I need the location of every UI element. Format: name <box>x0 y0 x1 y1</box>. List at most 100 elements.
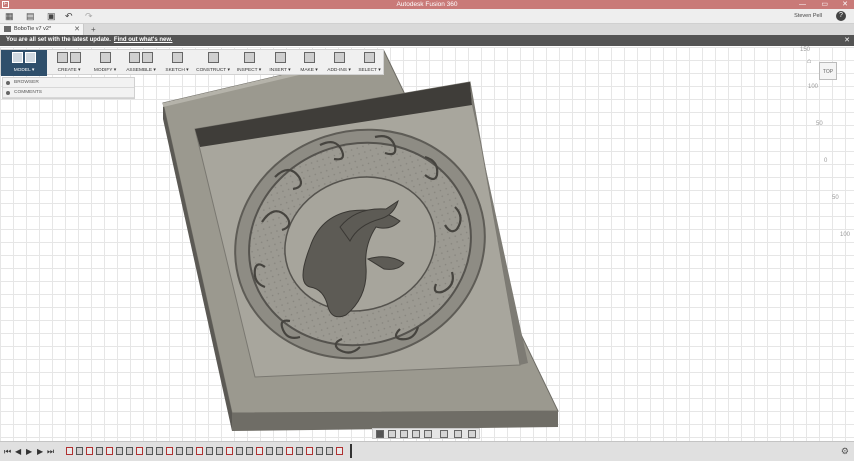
box-icon <box>50 52 88 66</box>
new-tab-button[interactable]: + <box>91 25 96 34</box>
timeline-feature[interactable] <box>326 447 333 455</box>
quick-access-toolbar: ▦ ▤ ▣ ↶ ↷ Steven Pell ? <box>0 9 854 24</box>
user-name[interactable]: Steven Pell <box>794 13 822 19</box>
comments-row[interactable]: COMMENTS <box>3 88 134 98</box>
make-menu[interactable]: MAKE ▾ <box>296 50 322 76</box>
timeline-feature[interactable] <box>216 447 223 455</box>
timeline-feature[interactable] <box>316 447 323 455</box>
timeline-feature[interactable] <box>186 447 193 455</box>
timeline-feature[interactable] <box>76 447 83 455</box>
timeline-feature[interactable] <box>256 447 263 455</box>
expand-icon[interactable] <box>6 81 10 85</box>
banner-message: You are all set with the latest update. F… <box>6 37 172 43</box>
document-icon <box>4 26 11 32</box>
modify-icon <box>90 52 120 66</box>
script-icon <box>324 52 354 66</box>
step-forward-icon[interactable]: ▶ <box>37 447 43 456</box>
measure-icon <box>234 52 264 66</box>
workspace-model-button[interactable]: MODEL ▾ <box>1 50 47 76</box>
ruler-label: 50 <box>832 195 839 201</box>
document-tab[interactable]: BoboTie v7 v2* ✕ <box>0 24 84 35</box>
view-cube[interactable]: ⌂ TOP <box>807 58 841 84</box>
timeline-feature[interactable] <box>246 447 253 455</box>
inspect-menu[interactable]: INSPECT ▾ <box>234 50 264 76</box>
select-menu[interactable]: SELECT ▾ <box>356 50 383 76</box>
timeline-feature[interactable] <box>156 447 163 455</box>
timeline-feature[interactable] <box>106 447 113 455</box>
timeline-feature[interactable] <box>296 447 303 455</box>
update-banner: You are all set with the latest update. F… <box>0 35 854 46</box>
whats-new-link[interactable]: Find out what's new. <box>114 37 173 43</box>
modify-menu[interactable]: MODIFY ▾ <box>90 50 120 76</box>
viewports-icon[interactable] <box>468 430 476 438</box>
timeline-feature[interactable] <box>226 447 233 455</box>
play-icon[interactable]: ▶ <box>26 447 32 456</box>
gear-icon[interactable]: ⚙ <box>841 446 849 457</box>
undo-icon[interactable]: ↶ <box>65 12 73 21</box>
save-icon[interactable]: ▣ <box>47 12 56 21</box>
home-icon[interactable]: ⌂ <box>807 58 811 65</box>
timeline-feature[interactable] <box>126 447 133 455</box>
timeline-feature[interactable] <box>166 447 173 455</box>
timeline-feature[interactable] <box>286 447 293 455</box>
timeline-feature[interactable] <box>236 447 243 455</box>
timeline-feature[interactable] <box>266 447 273 455</box>
sketch-icon <box>162 52 192 66</box>
browser-row[interactable]: BROWSER <box>3 78 134 88</box>
timeline-feature[interactable] <box>306 447 313 455</box>
canvas-viewport[interactable] <box>0 47 854 441</box>
timeline-feature[interactable] <box>96 447 103 455</box>
browser-label: BROWSER <box>14 80 39 85</box>
zoom-window-icon[interactable] <box>424 430 432 438</box>
tool-label: INSPECT ▾ <box>236 68 262 73</box>
close-tab-icon[interactable]: ✕ <box>74 25 80 33</box>
title-bar: F Autodesk Fusion 360 — ▭ ✕ <box>0 0 854 9</box>
go-to-start-icon[interactable]: ⏮ <box>4 447 11 457</box>
insert-menu[interactable]: INSERT ▾ <box>266 50 294 76</box>
help-icon[interactable]: ? <box>836 11 846 21</box>
orbit-icon[interactable] <box>376 430 384 438</box>
grid-icon[interactable]: ▦ <box>5 12 14 21</box>
zoom-icon[interactable] <box>412 430 420 438</box>
browser-panel: BROWSER COMMENTS <box>2 77 135 99</box>
timeline-feature[interactable] <box>66 447 73 455</box>
tool-label: SKETCH ▾ <box>165 68 189 73</box>
timeline-feature[interactable] <box>146 447 153 455</box>
timeline-feature[interactable] <box>276 447 283 455</box>
minimize-button[interactable]: — <box>799 0 806 9</box>
look-at-icon[interactable] <box>388 430 396 438</box>
step-back-icon[interactable]: ◀ <box>15 447 21 456</box>
timeline-feature[interactable] <box>196 447 203 455</box>
timeline-feature[interactable] <box>116 447 123 455</box>
assemble-menu[interactable]: ASSEMBLE ▾ <box>122 50 160 76</box>
create-menu[interactable]: CREATE ▾ <box>50 50 88 76</box>
restore-button[interactable]: ▭ <box>821 0 828 9</box>
file-icon[interactable]: ▤ <box>26 12 35 21</box>
banner-close-icon[interactable]: ✕ <box>844 36 850 44</box>
timeline-marker[interactable] <box>350 444 352 458</box>
tool-label: MAKE ▾ <box>300 68 318 73</box>
grid-settings-icon[interactable] <box>454 430 462 438</box>
timeline-feature[interactable] <box>176 447 183 455</box>
construct-menu[interactable]: CONSTRUCT ▾ <box>194 50 232 76</box>
tool-label: INSERT ▾ <box>269 68 291 73</box>
redo-icon[interactable]: ↷ <box>85 12 93 21</box>
timeline-feature[interactable] <box>336 447 343 455</box>
close-button[interactable]: ✕ <box>842 0 848 9</box>
model-icon <box>1 52 47 66</box>
sketch-menu[interactable]: SKETCH ▾ <box>162 50 192 76</box>
timeline-feature[interactable] <box>86 447 93 455</box>
display-settings-icon[interactable] <box>440 430 448 438</box>
view-cube-top-face[interactable]: TOP <box>819 62 837 80</box>
document-tab-label: BoboTie v7 v2* <box>14 26 52 32</box>
addins-menu[interactable]: ADD-INS ▾ <box>324 50 354 76</box>
tool-label: ADD-INS ▾ <box>327 68 351 73</box>
go-to-end-icon[interactable]: ⏭ <box>47 447 54 457</box>
expand-icon[interactable] <box>6 91 10 95</box>
ruler-label: 0 <box>824 158 828 164</box>
pan-icon[interactable] <box>400 430 408 438</box>
timeline-feature[interactable] <box>136 447 143 455</box>
timeline-feature[interactable] <box>206 447 213 455</box>
window-title: Autodesk Fusion 360 <box>396 1 458 8</box>
ruler-label: 100 <box>808 84 819 90</box>
